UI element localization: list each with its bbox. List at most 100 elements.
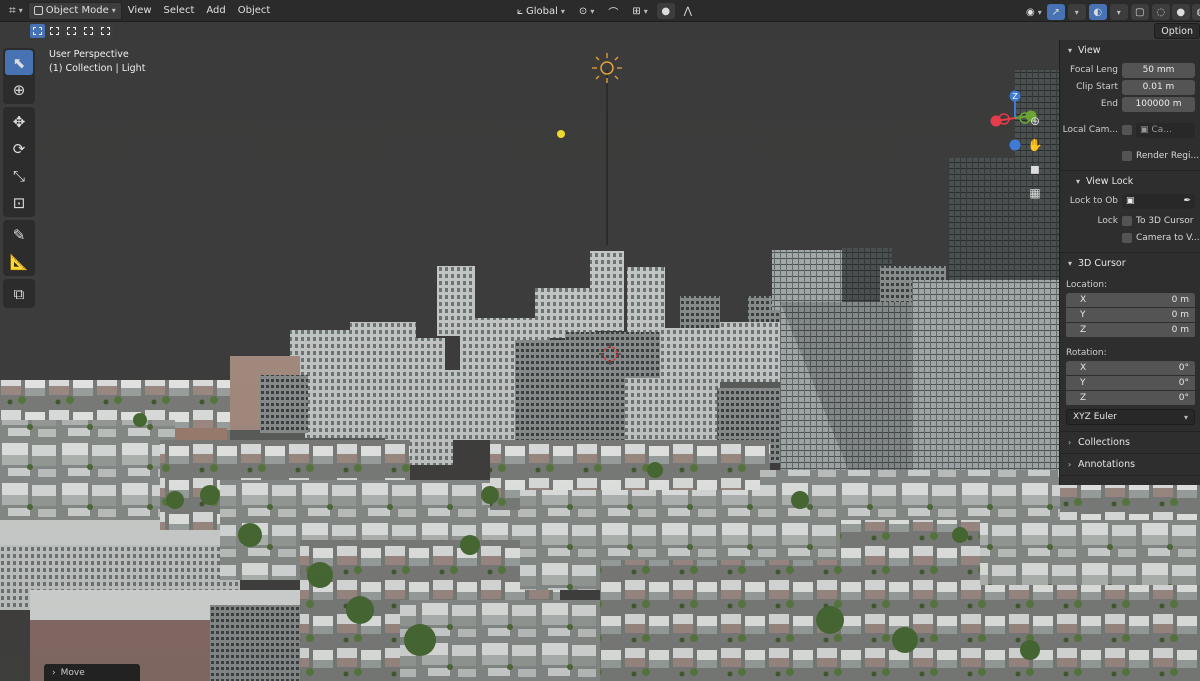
- pan-button[interactable]: ✋: [1024, 134, 1046, 156]
- scale-icon: ⤡: [12, 166, 25, 185]
- xray-toggle[interactable]: ▢: [1130, 4, 1149, 20]
- hand-icon: ✋: [1027, 138, 1043, 152]
- menu-object[interactable]: Object: [232, 5, 277, 16]
- material-icon: ◍: [1196, 7, 1200, 18]
- focal-length-field[interactable]: 50 mm: [1122, 62, 1195, 78]
- pivot-point-button[interactable]: ⊙ ▾: [574, 2, 599, 20]
- viewport-header: ⌗ ▾ Object Mode ▾ View Select Add Object ⟀…: [0, 0, 1200, 22]
- select-intersect-icon: [101, 27, 110, 35]
- location-label: Location:: [1066, 280, 1108, 290]
- collections-header[interactable]: › Collections: [1060, 432, 1200, 453]
- proportional-edit-button[interactable]: ●: [656, 3, 675, 19]
- annotations-section: › Annotations: [1060, 454, 1200, 476]
- wireframe-icon: ◌: [1156, 6, 1166, 18]
- 3d-viewport[interactable]: Z ⊕ ✋ ◼ ▦: [0, 40, 1200, 681]
- rotation-x-field[interactable]: X 0°: [1066, 361, 1195, 376]
- falloff-button[interactable]: ⋀: [679, 2, 697, 20]
- axis-value: 0°: [1178, 363, 1189, 373]
- location-x-field[interactable]: X 0 m: [1066, 293, 1195, 308]
- camera-view-button[interactable]: ◼: [1024, 158, 1046, 180]
- select-subtract-button[interactable]: [64, 24, 79, 38]
- select-invert-icon: [84, 27, 93, 35]
- snap-button[interactable]: ⌒: [603, 2, 623, 20]
- pencil-icon: ✎: [12, 225, 26, 244]
- chevron-down-icon: ▾: [1068, 46, 1073, 55]
- zoom-icon: ⊕: [1029, 114, 1041, 128]
- menu-select[interactable]: Select: [158, 5, 201, 16]
- cursor-tool[interactable]: ⊕: [5, 77, 33, 102]
- render-region-checkbox[interactable]: [1122, 151, 1132, 161]
- mode-dropdown[interactable]: Object Mode ▾: [27, 1, 122, 20]
- last-operator-panel[interactable]: › Move: [44, 664, 140, 681]
- visibility-button[interactable]: ◉ ▾: [1024, 3, 1044, 21]
- material-shading-button[interactable]: ◍: [1191, 4, 1200, 20]
- chevron-right-icon: ›: [1068, 438, 1072, 447]
- solid-shading-button[interactable]: ●: [1171, 4, 1190, 20]
- chevron-down-icon: ▾: [1068, 259, 1073, 268]
- view-lock-title: View Lock: [1086, 176, 1134, 187]
- object-icon: ▣: [1126, 196, 1135, 206]
- annotate-tool[interactable]: ✎: [5, 222, 33, 247]
- menu-add[interactable]: Add: [200, 5, 231, 16]
- snap-target-button[interactable]: ⊞ ▾: [627, 2, 652, 20]
- transform-orientation-dropdown[interactable]: ⟀ Global ▾: [512, 2, 570, 20]
- transform-tool[interactable]: ⊡: [5, 190, 33, 215]
- view-section: ▾ View Focal Leng 50 mm Clip Start 0.01 m E…: [1060, 40, 1200, 171]
- camera-to-view-checkbox[interactable]: [1122, 233, 1132, 243]
- add-cube-tool[interactable]: ⧉: [5, 281, 33, 306]
- overlays-toggle[interactable]: ◐: [1088, 4, 1107, 20]
- collection-label: (1) Collection | Light: [49, 63, 146, 74]
- view-section-title: View: [1078, 45, 1101, 56]
- proportional-icon: ●: [661, 5, 671, 17]
- eyedropper-icon[interactable]: ✒: [1183, 196, 1191, 206]
- local-camera-field[interactable]: ▣ Ca...: [1136, 122, 1195, 138]
- scale-tool[interactable]: ⤡: [5, 163, 33, 188]
- lock-to-object-field[interactable]: ▣ ✒: [1122, 193, 1195, 209]
- measure-tool[interactable]: 📐: [5, 249, 33, 274]
- axis-label: X: [1080, 363, 1087, 373]
- annotations-title: Annotations: [1078, 459, 1136, 470]
- view-section-header[interactable]: ▾ View: [1060, 40, 1200, 61]
- select-extend-button[interactable]: [47, 24, 62, 38]
- local-camera-checkbox[interactable]: [1122, 125, 1132, 135]
- editor-type-button[interactable]: ⌗ ▾: [4, 2, 28, 20]
- rotation-mode-dropdown[interactable]: XYZ Euler ▾: [1066, 409, 1195, 425]
- 3d-cursor-header[interactable]: ▾ 3D Cursor: [1060, 253, 1200, 274]
- wireframe-shading-button[interactable]: ◌: [1151, 4, 1170, 20]
- clip-start-field[interactable]: 0.01 m: [1122, 79, 1195, 95]
- rotation-vector: X 0° Y 0° Z 0°: [1066, 361, 1195, 406]
- axis-label: X: [1080, 295, 1087, 305]
- select-new-button[interactable]: [30, 24, 45, 38]
- view-lock-header[interactable]: ▾ View Lock: [1060, 171, 1200, 192]
- gizmo-toggle[interactable]: ↗: [1046, 4, 1065, 20]
- chevron-right-icon: ›: [1068, 460, 1072, 469]
- chevron-down-icon: ▾: [1076, 177, 1081, 186]
- options-button[interactable]: Option: [1154, 23, 1200, 39]
- rotation-z-field[interactable]: Z 0°: [1066, 391, 1195, 406]
- sidebar-panel: ▾ View Focal Leng 50 mm Clip Start 0.01 m E…: [1059, 40, 1200, 485]
- gizmo-dropdown[interactable]: ▾: [1067, 4, 1086, 20]
- select-intersect-button[interactable]: [98, 24, 113, 38]
- location-y-field[interactable]: Y 0 m: [1066, 308, 1195, 323]
- move-icon: ✥: [12, 112, 26, 131]
- overlays-dropdown[interactable]: ▾: [1109, 4, 1128, 20]
- to-3d-cursor-checkbox[interactable]: [1122, 216, 1132, 226]
- ortho-toggle-button[interactable]: ▦: [1024, 182, 1046, 204]
- zoom-button[interactable]: ⊕: [1024, 110, 1046, 132]
- overlays-icon: ◐: [1093, 6, 1103, 18]
- axis-label: Y: [1080, 310, 1086, 320]
- rotation-y-field[interactable]: Y 0°: [1066, 376, 1195, 391]
- location-z-field[interactable]: Z 0 m: [1066, 323, 1195, 338]
- move-tool[interactable]: ✥: [5, 109, 33, 134]
- annotations-header[interactable]: › Annotations: [1060, 454, 1200, 475]
- view-lock-section: ▾ View Lock Lock to Ob ▣ ✒ Lock To 3D Cursor…: [1060, 171, 1200, 253]
- select-box-tool[interactable]: ⬉: [5, 50, 33, 75]
- rotation-label: Rotation:: [1066, 348, 1107, 358]
- clip-end-field[interactable]: 100000 m: [1122, 96, 1195, 112]
- rotate-icon: ⟳: [12, 139, 26, 158]
- menu-view[interactable]: View: [122, 5, 158, 16]
- last-operator-label: Move: [60, 667, 85, 678]
- select-invert-button[interactable]: [81, 24, 96, 38]
- rotate-tool[interactable]: ⟳: [5, 136, 33, 161]
- orientation-icon: ⟀: [517, 5, 523, 17]
